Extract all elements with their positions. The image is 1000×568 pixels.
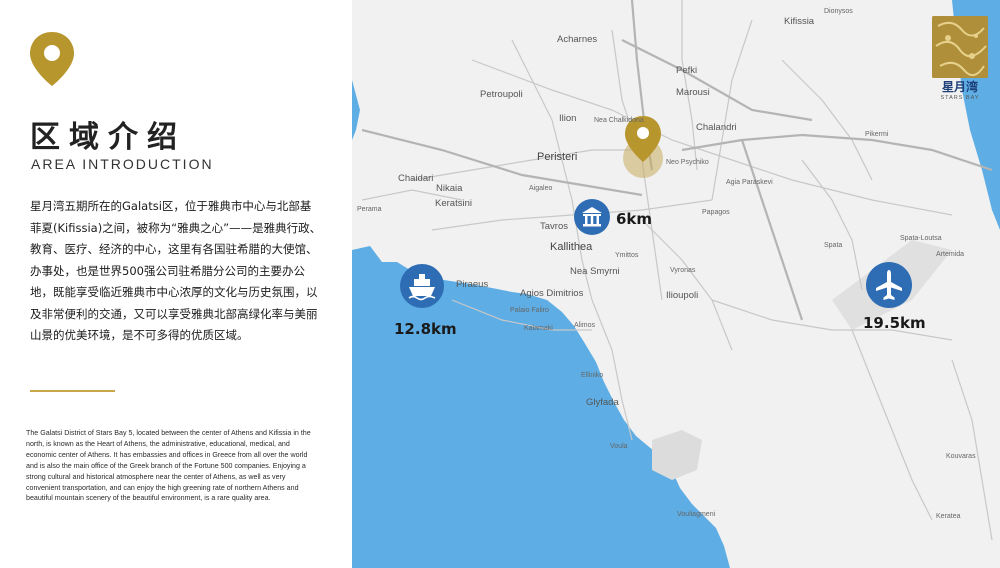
- place-label: Nikaia: [436, 183, 463, 194]
- logo-name-cn: 星月湾: [941, 80, 978, 94]
- logo-emblem: [932, 16, 988, 78]
- elefsina-bay-sea: [352, 0, 360, 140]
- place-label: Peristeri: [537, 151, 578, 163]
- place-label: Agia Paraskevi: [726, 179, 773, 186]
- logo-name-en: STARS BAY: [940, 95, 980, 101]
- stars-bay-logo: 星月湾 STARS BAY: [932, 16, 988, 104]
- place-label: Vyronas: [670, 267, 696, 274]
- place-label: Kifissia: [784, 16, 815, 27]
- airport-marker[interactable]: [866, 262, 912, 308]
- place-label: Kallithea: [550, 241, 593, 253]
- port-marker[interactable]: [400, 264, 444, 308]
- place-label: Vouliagmeni: [677, 511, 716, 518]
- location-pin-icon: [30, 32, 74, 86]
- chinese-description: 星月湾五期所在的Galatsi区，位于雅典市中心与北部基菲夏(Kifissia)…: [30, 199, 322, 342]
- place-label: Piraeus: [456, 279, 489, 290]
- place-label: Chaidari: [398, 173, 434, 184]
- landmark-icon: [582, 207, 602, 227]
- place-label: Kouvaras: [946, 453, 976, 460]
- place-label: Ilioupoli: [666, 290, 699, 301]
- ship-icon: [408, 274, 436, 301]
- place-label: Chalandri: [696, 122, 737, 133]
- page-title: 区域介绍: [30, 120, 186, 155]
- place-label: Tavros: [540, 221, 568, 232]
- place-label: Aigaleo: [529, 185, 553, 192]
- place-label: Keratea: [936, 513, 961, 520]
- page-subtitle: AREA INTRODUCTION: [31, 156, 214, 172]
- place-label: Alimos: [574, 322, 596, 329]
- place-label: Agios Dimitrios: [520, 288, 584, 299]
- airport-distance: 19.5km: [863, 314, 926, 332]
- airplane-icon: [876, 270, 902, 300]
- place-label: Pefki: [676, 65, 698, 76]
- place-label: Palaio Faliro: [510, 307, 549, 314]
- place-label: Artemida: [936, 251, 965, 258]
- place-label: Neo Psychiko: [666, 159, 709, 166]
- place-label: Ilion: [559, 113, 577, 124]
- english-description: The Galatsi District of Stars Bay 5, loc…: [26, 429, 311, 503]
- place-label: Glyfada: [586, 397, 619, 408]
- place-label: Spata: [824, 242, 843, 249]
- place-label: Perama: [357, 206, 382, 213]
- place-label: Nea Chalkidona: [594, 117, 644, 124]
- place-label: Nea Smyrni: [570, 266, 620, 277]
- place-label: Pikermi: [865, 131, 889, 138]
- port-distance: 12.8km: [394, 320, 457, 338]
- place-label: Voula: [610, 443, 628, 450]
- place-label: Kalamaki: [524, 325, 553, 332]
- place-label: Marousi: [676, 87, 710, 98]
- city-center-marker[interactable]: [574, 199, 610, 235]
- city-center-distance: 6km: [616, 210, 653, 228]
- place-label: Spata-Loutsa: [900, 235, 942, 242]
- place-label: Acharnes: [557, 34, 598, 45]
- place-label: Elliniko: [581, 372, 604, 379]
- map[interactable]: Dionysos Kifissia Acharnes Pefki Marousi…: [352, 0, 1000, 568]
- intro-panel: 区域介绍 AREA INTRODUCTION 星月湾五期所在的Galatsi区，…: [0, 0, 352, 568]
- place-label: Papagos: [702, 209, 730, 216]
- divider: [30, 390, 115, 392]
- place-label: Keratsini: [435, 198, 472, 209]
- place-label: Petroupoli: [480, 89, 523, 100]
- place-label: Ymittos: [615, 252, 639, 259]
- place-label: Dionysos: [824, 8, 853, 15]
